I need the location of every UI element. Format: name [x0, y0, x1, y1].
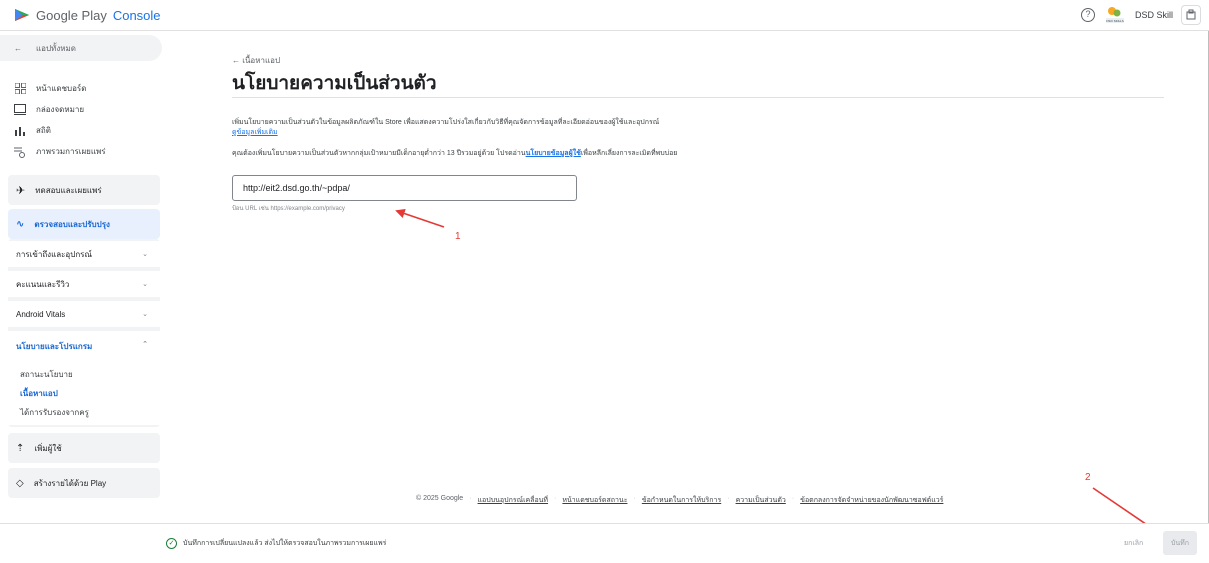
- main-content: ← เนื้อหาแอป นโยบายความเป็นส่วนตัว เพิ่ม…: [172, 31, 1209, 523]
- tag-icon: ◇: [16, 477, 24, 489]
- footer-separator: ·: [554, 495, 557, 502]
- sidebar-item-label: ตรวจสอบและปรับปรุง: [34, 219, 110, 229]
- footer-link-terms[interactable]: ข้อกำหนดในการให้บริการ: [642, 495, 721, 506]
- user-data-policy-link[interactable]: นโยบายข้อมูลผู้ใช้: [526, 150, 581, 157]
- url-hint: ป้อน URL เช่น https://example.com/privac…: [232, 206, 345, 212]
- help-icon[interactable]: ?: [1080, 8, 1095, 22]
- footer-separator: ·: [633, 495, 636, 502]
- chevron-up-icon: ⌃: [142, 341, 148, 348]
- inbox-icon: [14, 104, 26, 116]
- description-suffix: เพื่อหลีกเลี่ยงการละเมิดที่พบบ่อย: [580, 150, 678, 157]
- sidebar-item-dashboard[interactable]: หน้าแดชบอร์ด: [14, 82, 86, 95]
- sidebar-item-test-release[interactable]: ✈ ทดสอบและเผยแพร่: [8, 175, 160, 205]
- footer-copyright: © 2025 Google: [416, 495, 464, 502]
- sub-section-label: Android Vitals: [16, 309, 66, 319]
- stats-icon: [14, 125, 26, 137]
- footer-link-privacy[interactable]: ความเป็นส่วนตัว: [736, 495, 786, 506]
- footer-separator: ·: [791, 495, 795, 502]
- chevron-down-icon: ⌄: [142, 281, 148, 288]
- footer-separator: ·: [469, 495, 472, 502]
- publishing-icon: [14, 146, 26, 158]
- grow-users-icon: ⇡: [16, 442, 25, 454]
- sidebar-item-stats[interactable]: สถิติ: [14, 124, 51, 137]
- play-console-logo[interactable]: Google Play Console: [14, 7, 161, 23]
- bottom-action-bar: ✓ บันทึกการเปลี่ยนแปลงแล้ว ส่งไปให้ตรวจส…: [0, 523, 1209, 563]
- description-requirement: คุณต้องเพิ่มนโยบายความเป็นส่วนตัวหากกลุ่…: [232, 148, 677, 159]
- all-apps-back-button[interactable]: ← แอปทั้งหมด: [0, 35, 162, 61]
- leaf-teacher-approved[interactable]: ได้การรับรองจากครู: [20, 406, 89, 419]
- sidebar-item-label: หน้าแดชบอร์ด: [36, 84, 87, 93]
- learn-more-link[interactable]: ดูข้อมูลเพิ่มเติม: [232, 127, 278, 138]
- sidebar-item-publishing[interactable]: ภาพรวมการเผยแพร่: [14, 145, 106, 158]
- save-status-text: บันทึกการเปลี่ยนแปลงแล้ว ส่งไปให้ตรวจสอบ…: [183, 540, 387, 547]
- top-bar: Google Play Console ? DSD SKILLS DSD Ski…: [0, 0, 1209, 31]
- account-name[interactable]: DSD Skill: [1135, 10, 1173, 20]
- sub-section-label: คะแนนและรีวิว: [16, 279, 70, 289]
- sidebar-item-grow-users[interactable]: ⇡ เพิ่มผู้ใช้: [8, 433, 160, 463]
- sub-section-ratings-reviews[interactable]: คะแนนและรีวิว ⌄: [8, 271, 160, 297]
- discard-button[interactable]: ยกเลิก: [1124, 538, 1143, 549]
- title-divider: [232, 97, 1164, 98]
- leaf-app-content[interactable]: เนื้อหาแอป: [20, 387, 58, 400]
- annotation-number-1: 1: [455, 231, 461, 242]
- chevron-down-icon: ⌄: [142, 251, 148, 258]
- dashboard-icon: [14, 83, 26, 95]
- page-title: นโยบายความเป็นส่วนตัว: [232, 73, 437, 94]
- sidebar-item-label: สร้างรายได้ด้วย Play: [33, 478, 107, 488]
- account-settings-icon[interactable]: [1181, 5, 1201, 25]
- footer-link-distribution-agreement[interactable]: ข้อตกลงการจัดจำหน่ายของนักพัฒนาซอฟต์แวร์: [800, 495, 943, 506]
- monitor-wave-icon: ∿: [16, 218, 25, 230]
- sidebar-item-label: สถิติ: [36, 126, 51, 135]
- sub-section-android-vitals[interactable]: Android Vitals ⌄: [8, 301, 160, 327]
- footer-separator: ·: [727, 495, 730, 502]
- arrow-left-icon: ←: [14, 43, 22, 53]
- sub-section-reach-devices[interactable]: การเข้าถึงและอุปกรณ์ ⌄: [8, 241, 160, 267]
- sidebar-item-label: ทดสอบและเผยแพร่: [35, 185, 102, 195]
- sidebar: ← แอปทั้งหมด หน้าแดชบอร์ด กล่องจดหมาย สถ…: [0, 31, 165, 523]
- play-logo-icon: [15, 9, 29, 21]
- sidebar-item-label: กล่องจดหมาย: [36, 105, 85, 114]
- developer-logo-text: DSD SKILLS: [1106, 19, 1124, 23]
- logo-text-console: Console: [112, 7, 161, 23]
- save-button[interactable]: บันทึก: [1163, 531, 1197, 555]
- sub-section-label: การเข้าถึงและอุปกรณ์: [16, 249, 92, 259]
- monitor-sub-panel: การเข้าถึงและอุปกรณ์ ⌄ คะแนนและรีวิว ⌄ A…: [8, 239, 160, 427]
- sidebar-item-monetize[interactable]: ◇ สร้างรายได้ด้วย Play: [8, 468, 160, 498]
- sub-section-label: นโยบายและโปรแกรม: [16, 342, 93, 351]
- logo-text-google: Google Play: [36, 7, 107, 23]
- annotation-number-2: 2: [1085, 472, 1091, 483]
- description-prefix: คุณต้องเพิ่มนโยบายความเป็นส่วนตัวหากกลุ่…: [232, 150, 526, 157]
- rocket-icon: ✈: [16, 184, 26, 197]
- sidebar-item-label: เพิ่มผู้ใช้: [34, 443, 62, 453]
- breadcrumb[interactable]: ← เนื้อหาแอป: [232, 54, 280, 67]
- footer-link-status-dashboard[interactable]: หน้าแดชบอร์ดสถานะ: [562, 495, 627, 506]
- sidebar-item-monitor-improve[interactable]: ∿ ตรวจสอบและปรับปรุง: [8, 209, 160, 239]
- all-apps-label: แอปทั้งหมด: [36, 43, 76, 53]
- sidebar-item-label: ภาพรวมการเผยแพร่: [36, 147, 106, 156]
- footer-link-mobile-apps[interactable]: แอปบนอุปกรณ์เคลื่อนที่: [478, 495, 549, 506]
- privacy-policy-url-input[interactable]: [232, 175, 577, 201]
- top-right-controls: ? DSD SKILLS DSD Skill: [1080, 5, 1201, 25]
- save-status: ✓ บันทึกการเปลี่ยนแปลงแล้ว ส่งไปให้ตรวจส…: [166, 538, 386, 549]
- leaf-policy-status[interactable]: สถานะนโยบาย: [20, 368, 73, 381]
- chevron-down-icon: ⌄: [142, 311, 148, 318]
- check-circle-icon: ✓: [166, 538, 177, 549]
- footer-links: © 2025 Google · แอปบนอุปกรณ์เคลื่อนที่ ·…: [416, 495, 943, 506]
- sidebar-item-inbox[interactable]: กล่องจดหมาย: [14, 103, 84, 116]
- description-text: เพิ่มนโยบายความเป็นส่วนตัวในข้อมูลผลิตภั…: [232, 119, 660, 126]
- developer-logo-icon[interactable]: DSD SKILLS: [1103, 5, 1127, 25]
